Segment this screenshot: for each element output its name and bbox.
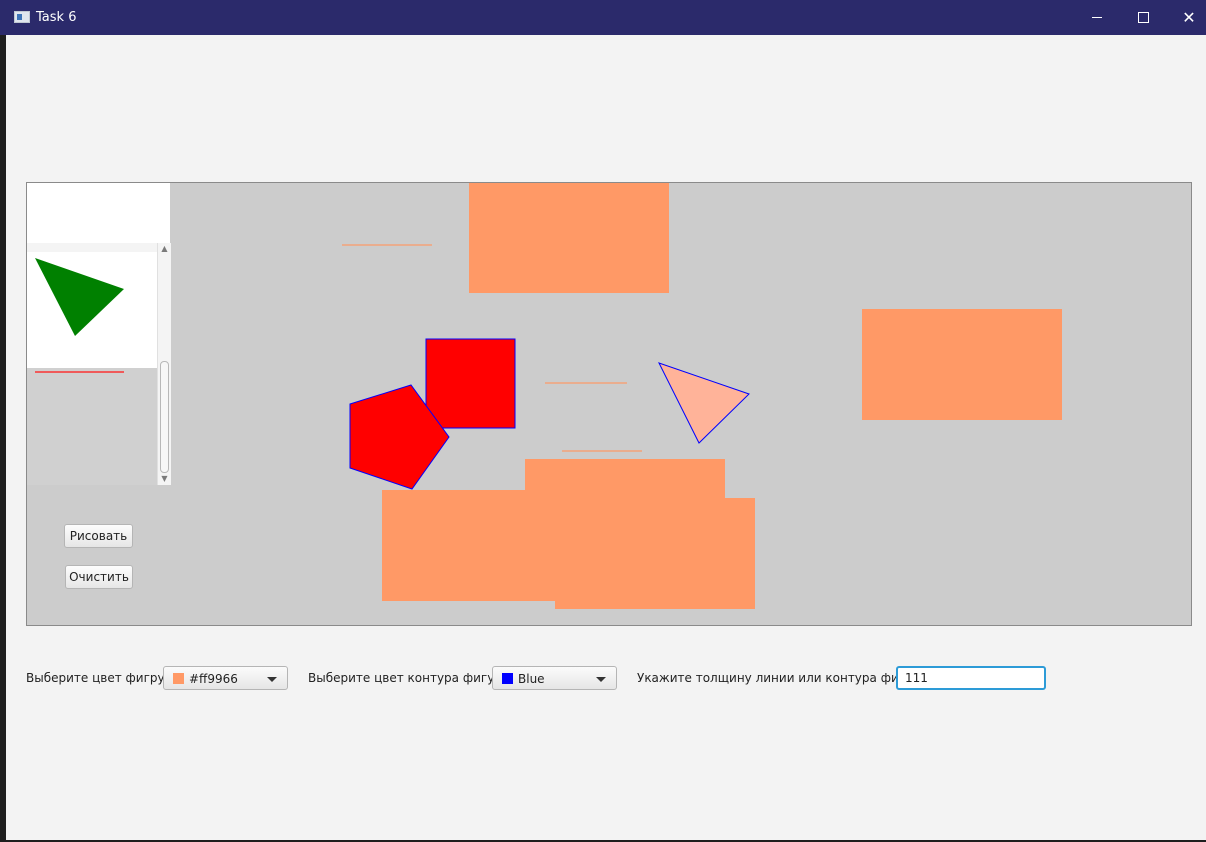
preview-area (27, 252, 157, 368)
line-width-label: Укажите толщину линии или контура фигуры (637, 671, 930, 685)
stroke-color-picker[interactable]: Blue (492, 666, 617, 690)
canvas-rectangle (425, 338, 516, 429)
minimize-icon (1092, 17, 1102, 18)
preview-scrollbar[interactable]: ▲ ▼ (157, 243, 171, 485)
fill-color-picker[interactable]: #ff9966 (163, 666, 288, 690)
chevron-down-icon (596, 677, 606, 682)
title-bar: Task 6 ✕ (0, 0, 1206, 35)
fill-color-value: #ff9966 (189, 672, 238, 686)
stroke-color-value: Blue (518, 672, 545, 686)
stroke-color-label: Выберите цвет контура фигуры (308, 671, 512, 685)
minimize-button[interactable] (1074, 0, 1120, 35)
canvas-shapes (342, 183, 1062, 609)
scroll-down-icon[interactable]: ▼ (158, 473, 171, 485)
line-width-input[interactable]: 111 (896, 666, 1046, 690)
chevron-down-icon (267, 677, 277, 682)
app-icon (14, 11, 30, 23)
draw-button[interactable]: Рисовать (64, 524, 133, 548)
stroke-color-swatch (502, 673, 513, 684)
close-button[interactable]: ✕ (1166, 0, 1206, 35)
preview-line-sample (35, 371, 124, 373)
drawing-canvas[interactable]: ▲ ▼ Рисовать Очистить (26, 182, 1192, 626)
canvas-rectangle (469, 183, 669, 293)
canvas-rectangle (862, 309, 1062, 420)
window-title: Task 6 (36, 10, 77, 25)
clear-button[interactable]: Очистить (65, 565, 133, 589)
shape-preview-panel: ▲ ▼ (27, 183, 171, 485)
scroll-thumb[interactable] (160, 361, 169, 473)
controls-row: Выберите цвет фигруы #ff9966 Выберите цв… (26, 666, 1086, 692)
maximize-button[interactable] (1120, 0, 1166, 35)
maximize-icon (1137, 12, 1149, 23)
preview-shapes (35, 258, 124, 336)
fill-color-swatch (173, 673, 184, 684)
preview-header (27, 183, 170, 243)
canvas-triangle (658, 362, 750, 444)
close-icon: ✕ (1182, 7, 1196, 27)
scroll-up-icon[interactable]: ▲ (158, 243, 171, 255)
window-content: ▲ ▼ Рисовать Очистить Выберите цвет фигр… (6, 35, 1206, 840)
canvas-rectangle (555, 498, 755, 609)
preview-triangle (35, 258, 124, 336)
preview-strip (27, 243, 157, 252)
fill-color-label: Выберите цвет фигруы (26, 671, 175, 685)
